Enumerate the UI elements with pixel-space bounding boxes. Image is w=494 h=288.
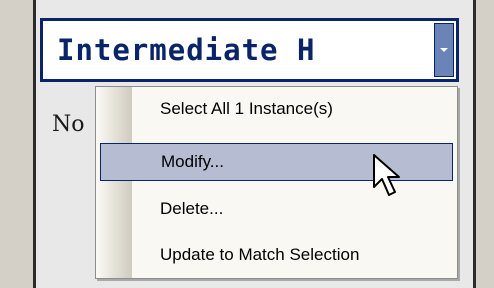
right-panel-edge (476, 0, 494, 288)
style-dropdown[interactable]: Intermediate H (40, 18, 459, 82)
menu-item-label: Delete... (160, 199, 224, 218)
style-dropdown-value: Intermediate H (57, 33, 316, 67)
menu-item-label: Select All 1 Instance(s) (160, 99, 333, 118)
frame-border-right (473, 0, 476, 288)
left-panel-edge (0, 0, 33, 288)
mouse-pointer-icon (373, 154, 400, 196)
style-dropdown-button[interactable] (434, 23, 454, 77)
frame-border-left (33, 0, 36, 288)
chevron-down-icon (440, 48, 448, 52)
menu-item-update-to-match[interactable]: Update to Match Selection (100, 237, 453, 275)
menu-item-label: Update to Match Selection (160, 245, 360, 264)
menu-item-select-all[interactable]: Select All 1 Instance(s) (100, 91, 453, 129)
partial-list-label: No (52, 112, 85, 137)
menu-item-label: Modify... (161, 152, 224, 171)
